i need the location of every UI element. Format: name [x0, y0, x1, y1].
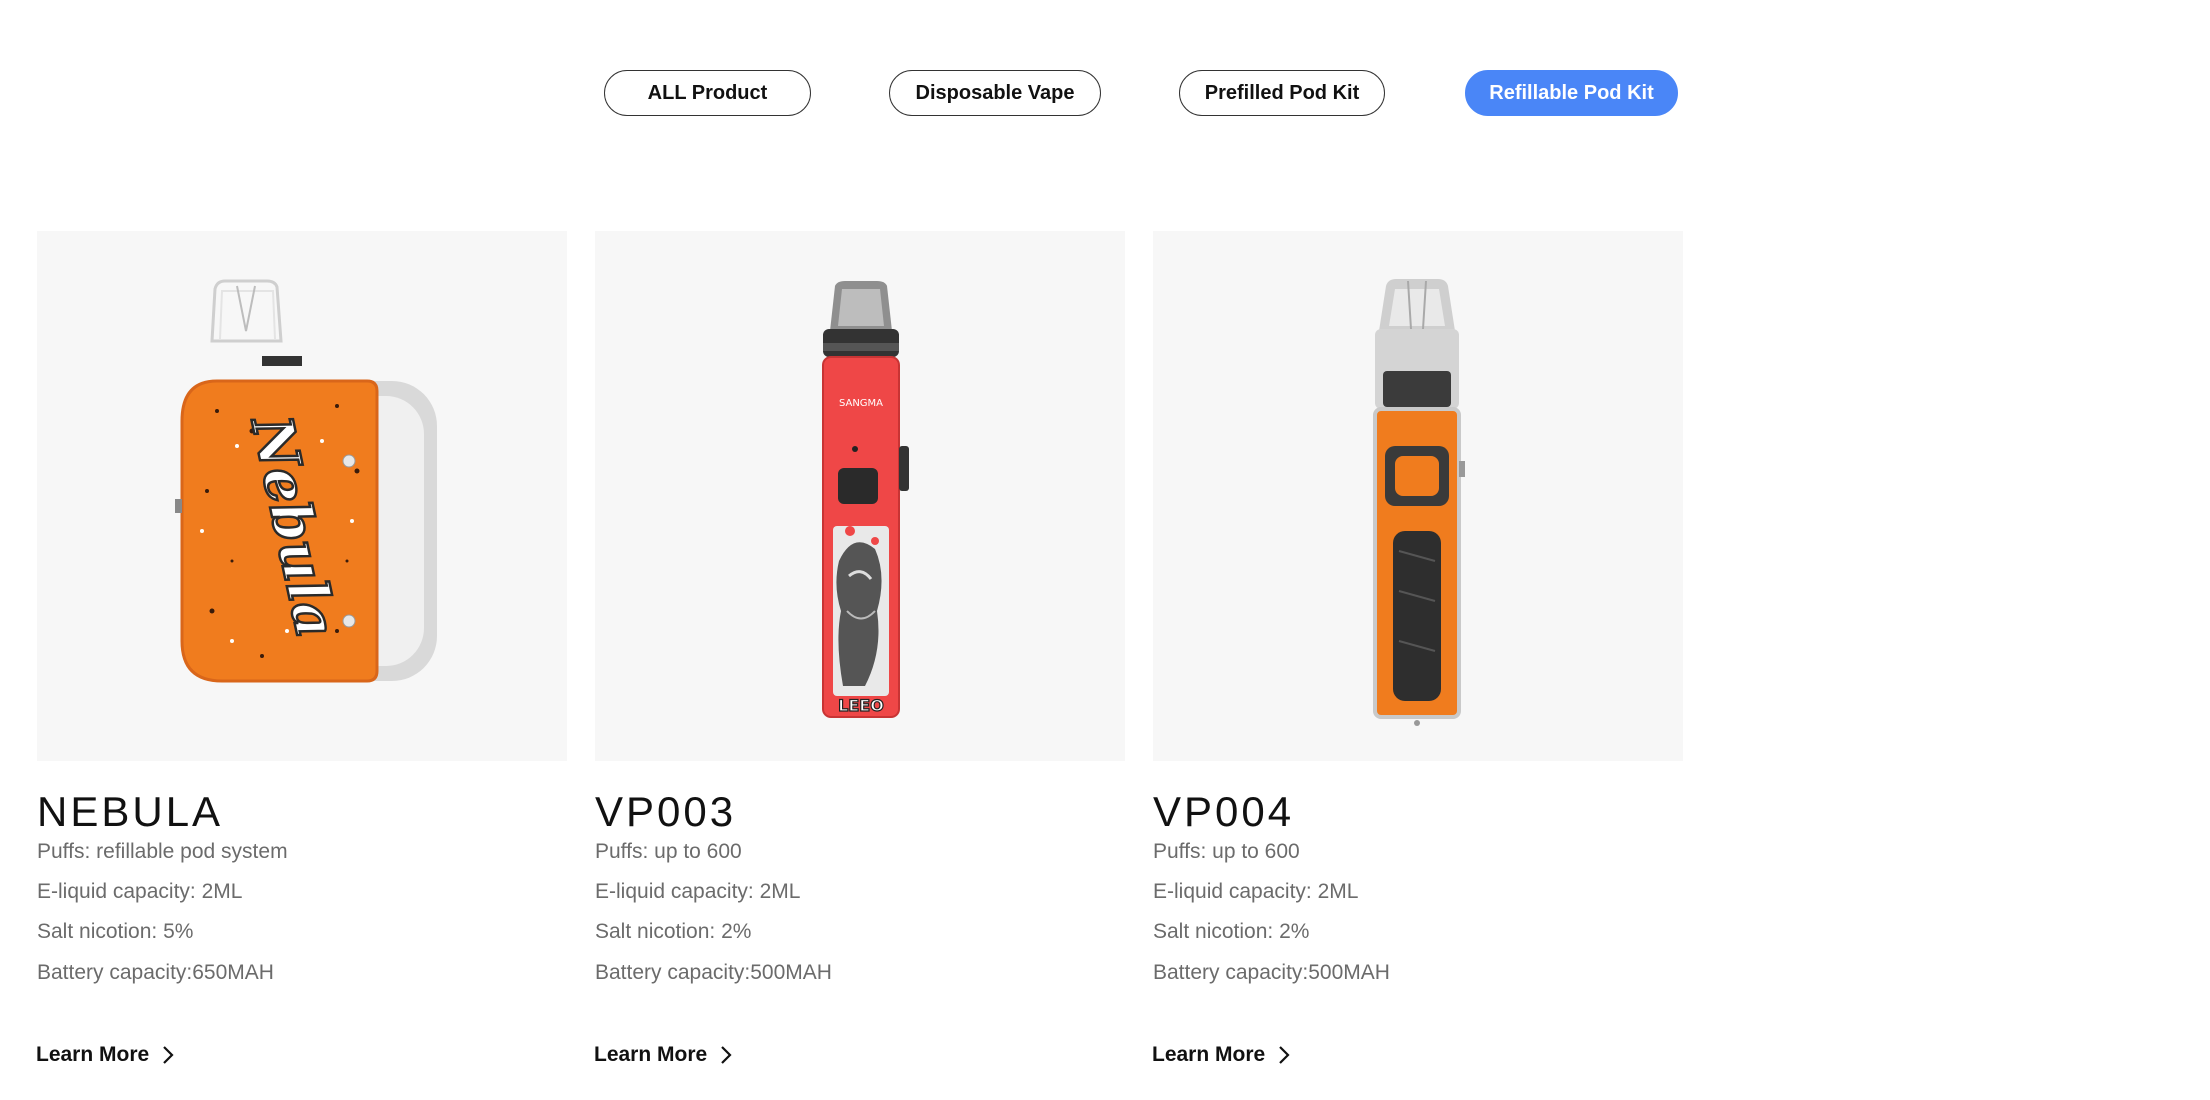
- spec-salt-nicotine: Salt nicotion: 2%: [1153, 920, 1310, 943]
- chevron-right-icon: [721, 1046, 732, 1064]
- learn-more-label: Learn More: [36, 1043, 150, 1066]
- learn-more-link[interactable]: Learn More: [594, 1043, 733, 1067]
- product-card: SANGMA LEEO VP003 Puffs: up to 600 E-liq…: [594, 231, 1125, 1066]
- filter-prefilled-pod-kit-button[interactable]: Prefilled Pod Kit: [1179, 70, 1385, 116]
- svg-text:LEEO: LEEO: [838, 696, 884, 715]
- product-card: VP004 Puffs: up to 600 E-liquid capacity…: [1152, 231, 1683, 1066]
- spec-puffs: Puffs: up to 600: [595, 840, 742, 863]
- spec-eliquid-capacity: E-liquid capacity: 2ML: [1153, 880, 1359, 903]
- learn-more-link[interactable]: Learn More: [36, 1043, 175, 1067]
- vp003-pen-device-image: SANGMA LEEO: [822, 281, 909, 718]
- chevron-right-icon: [1279, 1046, 1290, 1064]
- chevron-right-icon: [163, 1046, 174, 1064]
- product-name: VP004: [1153, 788, 1295, 835]
- spec-battery-capacity: Battery capacity:500MAH: [595, 961, 832, 984]
- learn-more-label: Learn More: [594, 1043, 708, 1066]
- product-name: VP003: [595, 788, 737, 835]
- filter-disposable-vape-button[interactable]: Disposable Vape: [889, 70, 1101, 116]
- filter-refillable-pod-kit-button[interactable]: Refillable Pod Kit: [1465, 70, 1678, 116]
- svg-text:SANGMA: SANGMA: [839, 398, 883, 409]
- spec-salt-nicotine: Salt nicotion: 2%: [595, 920, 752, 943]
- spec-salt-nicotine: Salt nicotion: 5%: [37, 920, 194, 943]
- spec-puffs: Puffs: refillable pod system: [37, 840, 288, 863]
- spec-eliquid-capacity: E-liquid capacity: 2ML: [37, 880, 243, 903]
- product-filter-bar: ALL Product Disposable Vape Prefilled Po…: [0, 70, 2210, 118]
- filter-all-product-button[interactable]: ALL Product: [604, 70, 811, 116]
- product-image[interactable]: Nebula: [37, 231, 567, 761]
- product-name: NEBULA: [37, 788, 224, 835]
- product-card: Nebula NEBULA Puffs: refillable pod syst…: [36, 231, 567, 1066]
- learn-more-label: Learn More: [1152, 1043, 1266, 1066]
- product-image[interactable]: [1153, 231, 1683, 761]
- product-image[interactable]: SANGMA LEEO: [595, 231, 1125, 761]
- vp004-pen-device-image: [1373, 279, 1465, 726]
- spec-battery-capacity: Battery capacity:650MAH: [37, 961, 274, 984]
- spec-eliquid-capacity: E-liquid capacity: 2ML: [595, 880, 801, 903]
- learn-more-link[interactable]: Learn More: [1152, 1043, 1291, 1067]
- spec-puffs: Puffs: up to 600: [1153, 840, 1300, 863]
- nebula-pod-device-image: Nebula: [175, 279, 437, 683]
- spec-battery-capacity: Battery capacity:500MAH: [1153, 961, 1390, 984]
